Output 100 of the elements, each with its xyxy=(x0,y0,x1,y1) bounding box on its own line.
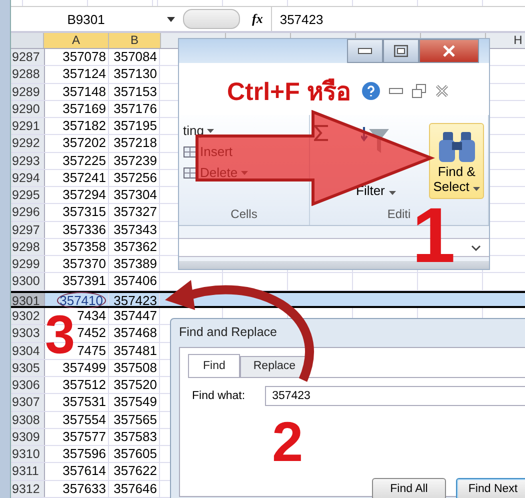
dropdown-caret-icon xyxy=(206,128,214,132)
row-number: 9300 xyxy=(11,273,45,290)
table-row[interactable]: 9310 357596 357605 xyxy=(11,446,160,462)
dialog-button[interactable]: Find All xyxy=(372,478,446,498)
table-cell: 357554 xyxy=(45,412,109,428)
table-row[interactable]: 9305 357499 357508 xyxy=(11,360,160,376)
find-what-field[interactable]: 357423 xyxy=(265,386,525,406)
group-label: Editi xyxy=(386,207,412,223)
table-cell: 357130 xyxy=(109,66,160,83)
scroll-bar[interactable] xyxy=(179,261,489,269)
table-cell: 357239 xyxy=(109,152,160,169)
function-label[interactable]: fx xyxy=(252,11,263,27)
table-cell: 357294 xyxy=(45,187,109,204)
table-cell: 357520 xyxy=(109,377,160,394)
row-number: 9311 xyxy=(11,463,45,480)
table-row[interactable]: 9299 357370 357389 xyxy=(11,256,160,272)
table-row[interactable]: 9291 357182 357195 xyxy=(11,118,160,134)
group-label: Cells xyxy=(230,207,258,223)
table-cell: 357336 xyxy=(45,222,109,238)
table-cell: 357596 xyxy=(45,446,109,462)
row-number: 9312 xyxy=(11,480,45,497)
table-cell: 357124 xyxy=(45,66,109,83)
column-header[interactable]: B xyxy=(109,33,161,48)
table-row[interactable]: 9296 357315 357327 xyxy=(11,204,160,221)
table-cell: 357304 xyxy=(109,187,160,204)
table-row[interactable]: 9312 357633 357646 xyxy=(11,480,160,497)
name-box[interactable]: B9301 xyxy=(11,12,161,26)
minimize-button[interactable] xyxy=(347,39,383,63)
table-row[interactable]: 9295 357294 357304 xyxy=(11,187,160,204)
step-number: 1 xyxy=(412,196,456,274)
table-row[interactable]: 9293 357225 357239 xyxy=(11,152,160,169)
table-cell: 357633 xyxy=(45,480,109,497)
column-header[interactable]: H xyxy=(511,33,525,48)
table-row[interactable]: 9301 357410 357423 xyxy=(11,292,160,306)
table-row[interactable]: 9292 357202 357218 xyxy=(11,135,160,152)
table-row[interactable]: 9311 357614 357622 xyxy=(11,463,160,480)
table-row[interactable]: 9306 357512 357520 xyxy=(11,377,160,394)
close-button[interactable] xyxy=(419,39,479,63)
table-cell: 357078 xyxy=(45,49,109,66)
table-cell: 357468 xyxy=(109,325,160,342)
table-row[interactable]: 9298 357358 357362 xyxy=(11,238,160,256)
table-cell: 357202 xyxy=(45,135,109,152)
minimize-icon[interactable] xyxy=(388,88,403,94)
restore-icon[interactable] xyxy=(412,84,426,98)
table-row[interactable]: 9289 357148 357153 xyxy=(11,84,160,100)
row-number: 9293 xyxy=(11,152,45,169)
close-icon[interactable] xyxy=(434,84,449,98)
table-row[interactable]: 9297 357336 357343 xyxy=(11,222,160,238)
table-cell: 357622 xyxy=(109,463,160,480)
dropdown-caret-icon xyxy=(388,191,396,195)
dialog-tab[interactable]: Find xyxy=(188,354,240,377)
table-row[interactable]: 9287 357078 357084 xyxy=(11,49,160,66)
table-cell: 357182 xyxy=(45,118,109,134)
table-cell: 357499 xyxy=(45,360,109,376)
table-cell: 357512 xyxy=(45,377,109,394)
dropdown-caret-icon[interactable] xyxy=(167,16,175,22)
maximize-icon xyxy=(394,45,408,57)
table-row[interactable]: 9294 357241 357256 xyxy=(11,170,160,186)
table-cell: 357389 xyxy=(109,256,160,272)
table-row[interactable]: 9290 357169 357176 xyxy=(11,100,160,118)
table-cell: 357153 xyxy=(109,84,160,100)
table-icon xyxy=(183,166,197,180)
table-row[interactable]: 9288 357124 357130 xyxy=(11,66,160,83)
dialog-button[interactable]: Find Next xyxy=(456,478,525,498)
table-cell: 357531 xyxy=(45,394,109,411)
minimize-icon xyxy=(358,48,372,54)
table-cell: 357241 xyxy=(45,170,109,186)
row-number: 9299 xyxy=(11,256,45,272)
table-row[interactable]: 9308 357554 357565 xyxy=(11,412,160,428)
table-row[interactable]: 9307 357531 357549 xyxy=(11,394,160,411)
table-row[interactable]: 9309 357577 357583 xyxy=(11,428,160,446)
table-cell: 357195 xyxy=(109,118,160,134)
chevron-down-icon[interactable] xyxy=(471,244,481,251)
row-number: 9305 xyxy=(11,360,45,376)
row-number: 9303 xyxy=(11,325,45,342)
row-number: 9298 xyxy=(11,238,45,256)
find-select-button[interactable]: Find & Select xyxy=(429,123,484,199)
table-cell: 357327 xyxy=(109,204,160,221)
row-number: 9294 xyxy=(11,170,45,186)
row-number: 9290 xyxy=(11,100,45,118)
table-cell: 357646 xyxy=(109,480,160,497)
help-icon[interactable] xyxy=(362,82,380,100)
step-number: 2 xyxy=(272,414,304,470)
table-cell: 357481 xyxy=(109,342,160,359)
row-number: 9287 xyxy=(11,49,45,66)
table-cell: 357256 xyxy=(109,170,160,186)
row-number: 9302 xyxy=(11,308,45,324)
table-cell: 357148 xyxy=(45,84,109,100)
table-cell: 357614 xyxy=(45,463,109,480)
table-cell: 357358 xyxy=(45,238,109,256)
row-number: 9292 xyxy=(11,135,45,152)
row-number: 9296 xyxy=(11,204,45,221)
maximize-button[interactable] xyxy=(383,39,419,63)
column-header[interactable]: A xyxy=(44,33,109,48)
dialog-title: Find and Replace xyxy=(178,324,278,341)
table-cell: 357315 xyxy=(45,204,109,221)
table-cell: 357225 xyxy=(45,152,109,169)
row-number: 9306 xyxy=(11,377,45,394)
table-cell: 357176 xyxy=(109,100,160,118)
table-row[interactable]: 9300 357391 357406 xyxy=(11,273,160,290)
